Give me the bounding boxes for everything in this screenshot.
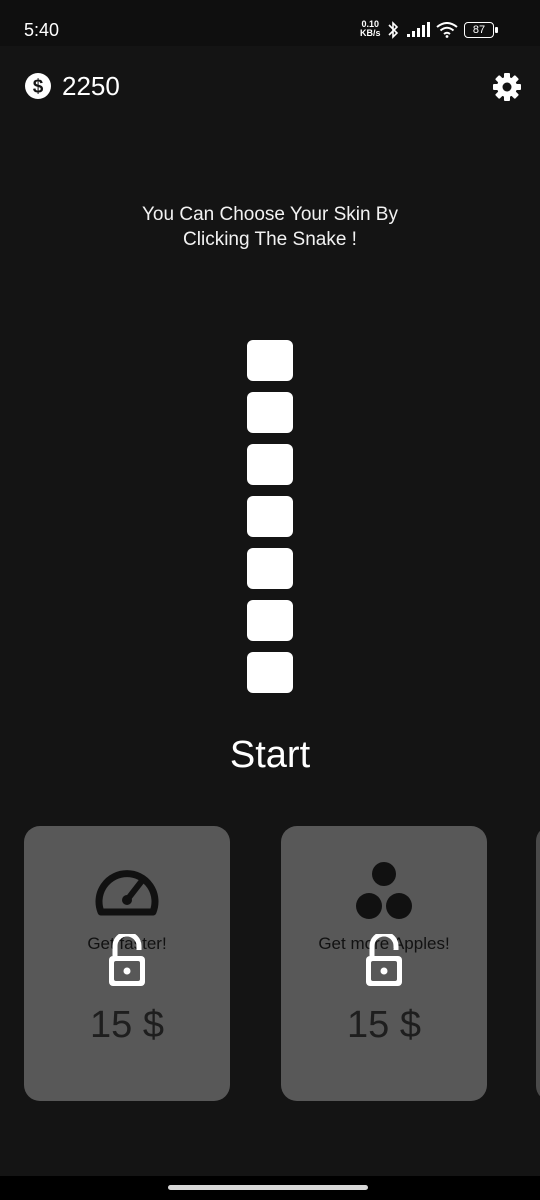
hint-line-1: You Can Choose Your Skin By [142, 204, 398, 225]
apples-icon [356, 862, 412, 919]
gear-icon[interactable] [492, 72, 522, 102]
network-speed: 0.10 KB/s [360, 20, 381, 38]
upgrade-card-apples[interactable]: Get more Apples! 15 $ [281, 826, 487, 1101]
snake-segment[interactable] [247, 548, 293, 589]
network-speed-unit: KB/s [360, 28, 381, 38]
skin-hint: You Can Choose Your Skin By Clicking The… [70, 202, 470, 252]
upgrade-card-partial[interactable] [536, 826, 540, 1101]
snake-segment[interactable] [247, 340, 293, 381]
start-button[interactable]: Start [170, 732, 370, 778]
snake-segment[interactable] [247, 496, 293, 537]
wifi-icon [436, 22, 458, 38]
upgrade-card-faster[interactable]: Get faster! 15 $ [24, 826, 230, 1101]
snake-segment[interactable] [247, 444, 293, 485]
upgrade-price-faster: 15 $ [90, 1004, 164, 1046]
unlock-icon [109, 934, 145, 986]
coin-balance: 2250 [62, 71, 120, 101]
battery-icon: 87 [464, 22, 498, 38]
hint-line-2: Clicking The Snake ! [183, 229, 357, 250]
svg-text:$: $ [33, 77, 44, 98]
bluetooth-icon [388, 21, 399, 39]
status-bar: 5:40 0.10 KB/s 87 [0, 0, 540, 46]
snake-skin-selector[interactable] [247, 340, 293, 704]
navigation-bar [0, 1176, 540, 1200]
upgrade-price-apples: 15 $ [347, 1004, 421, 1046]
snake-segment[interactable] [247, 652, 293, 693]
status-time: 5:40 [24, 20, 60, 40]
speedometer-icon [95, 870, 159, 916]
signal-icon [407, 22, 430, 37]
top-bar: $ 2250 [0, 60, 540, 112]
dollar-coin-icon: $ [25, 73, 51, 99]
home-gesture-handle[interactable] [168, 1185, 368, 1190]
snake-segment[interactable] [247, 600, 293, 641]
status-icons: 87 [386, 18, 498, 42]
unlock-icon [366, 934, 402, 986]
snake-segment[interactable] [247, 392, 293, 433]
